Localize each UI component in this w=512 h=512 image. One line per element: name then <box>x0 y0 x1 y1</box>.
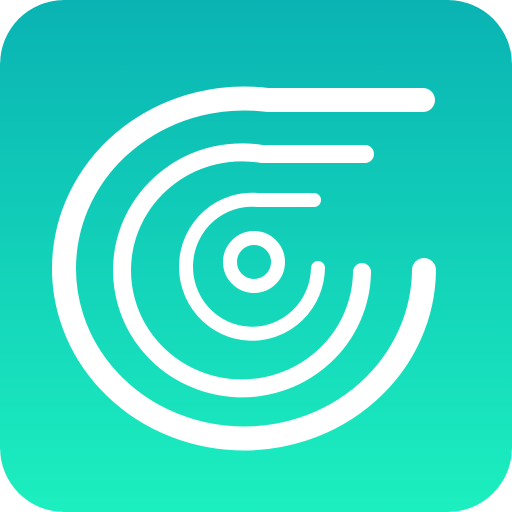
app-icon-graphic <box>0 0 512 512</box>
app-icon <box>0 0 512 512</box>
